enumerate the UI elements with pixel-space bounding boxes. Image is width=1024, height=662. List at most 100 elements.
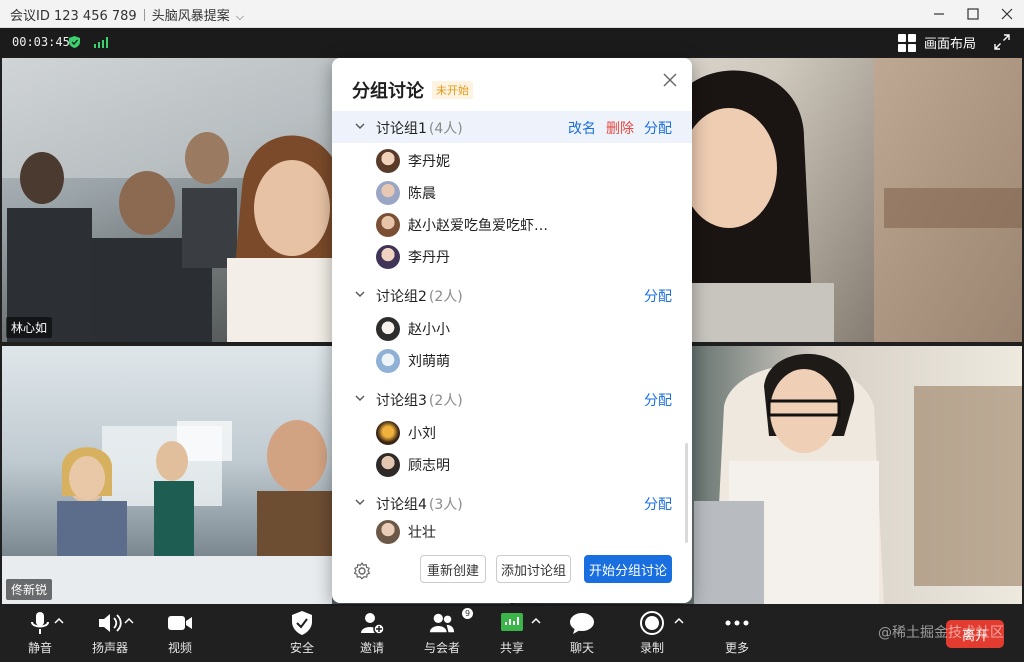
group-row-4[interactable]: 讨论组4 (3人) 分配 bbox=[332, 487, 692, 519]
meeting-toolbar: 静音 扬声器 视频 安全 邀请 9 与会者 共享 聊天 录制 更多 离开 @稀土… bbox=[0, 606, 1024, 662]
assign-button[interactable]: 分配 bbox=[644, 286, 672, 306]
assign-button[interactable]: 分配 bbox=[644, 118, 672, 138]
group-row-1[interactable]: 讨论组1 (4人) 改名 删除 分配 bbox=[332, 111, 692, 143]
camera-icon bbox=[167, 610, 193, 636]
meeting-id: 会议ID 123 456 789 bbox=[10, 9, 137, 24]
list-item[interactable]: 刘萌萌 bbox=[376, 345, 450, 377]
chevron-down-icon[interactable] bbox=[354, 120, 366, 132]
add-user-icon bbox=[359, 610, 385, 636]
maximize-icon bbox=[967, 8, 979, 20]
speaker-label: 扬声器 bbox=[91, 641, 128, 655]
video-button[interactable]: 视频 bbox=[150, 610, 210, 660]
meeting-info[interactable]: 会议ID 123 456 789 头脑风暴提案 ⌵ bbox=[10, 5, 244, 24]
member-name: 李丹妮 bbox=[408, 154, 450, 170]
group-count: (4人) bbox=[428, 121, 463, 137]
layout-button[interactable]: 画面布局 bbox=[897, 33, 976, 52]
record-label: 录制 bbox=[639, 641, 664, 655]
title-bar: 会议ID 123 456 789 头脑风暴提案 ⌵ bbox=[0, 0, 1024, 28]
chevron-up-icon[interactable] bbox=[53, 616, 65, 626]
participant-name-tag: 佟新锐 bbox=[6, 579, 53, 600]
chevron-down-icon[interactable]: ⌵ bbox=[236, 10, 244, 24]
more-label: 更多 bbox=[724, 641, 749, 655]
group-actions: 改名 删除 分配 bbox=[568, 118, 672, 138]
title-divider bbox=[143, 9, 145, 21]
list-item[interactable]: 赵小小 bbox=[376, 313, 450, 345]
close-window-button[interactable] bbox=[990, 0, 1024, 28]
close-icon[interactable] bbox=[662, 72, 678, 88]
avatar bbox=[376, 421, 400, 445]
avatar bbox=[376, 213, 400, 237]
avatar bbox=[376, 181, 400, 205]
close-icon bbox=[1001, 8, 1013, 20]
encryption-shield-icon[interactable] bbox=[69, 36, 80, 48]
maximize-button[interactable] bbox=[956, 0, 990, 28]
signal-strength-icon[interactable] bbox=[94, 37, 108, 48]
chevron-down-icon[interactable] bbox=[354, 392, 366, 404]
member-name: 李丹丹 bbox=[408, 250, 450, 266]
list-item[interactable]: 李丹丹 bbox=[376, 241, 450, 273]
video-label: 视频 bbox=[167, 641, 192, 655]
list-item[interactable]: 李丹妮 bbox=[376, 145, 450, 177]
chevron-down-icon[interactable] bbox=[354, 288, 366, 300]
assign-button[interactable]: 分配 bbox=[644, 390, 672, 410]
status-bar: 00:03:45 画面布局 bbox=[0, 28, 1024, 57]
group-actions: 分配 bbox=[644, 390, 672, 410]
microphone-icon bbox=[27, 610, 53, 636]
participants-button[interactable]: 9 与会者 bbox=[412, 608, 473, 660]
meeting-topic: 头脑风暴提案 bbox=[151, 9, 230, 24]
shield-icon bbox=[289, 610, 315, 636]
chat-button[interactable]: 聊天 bbox=[552, 610, 612, 660]
security-button[interactable]: 安全 bbox=[272, 610, 332, 660]
group-name: 讨论组4 (3人) bbox=[376, 497, 463, 513]
minimize-button[interactable] bbox=[922, 0, 956, 28]
minimize-icon bbox=[934, 13, 944, 15]
list-item[interactable]: 陈晨 bbox=[376, 177, 436, 209]
group-row-3[interactable]: 讨论组3 (2人) 分配 bbox=[332, 383, 692, 415]
breakout-room-panel: 分组讨论 未开始 讨论组1 (4人) 改名 删除 分配 李丹妮 陈晨 赵小赵爱吃鱼… bbox=[332, 58, 692, 603]
list-item[interactable]: 顾志明 bbox=[376, 449, 450, 481]
start-breakout-button[interactable]: 开始分组讨论 bbox=[584, 555, 672, 583]
member-name: 顾志明 bbox=[408, 458, 450, 474]
chevron-down-icon[interactable] bbox=[354, 496, 366, 508]
member-name: 刘萌萌 bbox=[408, 354, 450, 370]
avatar bbox=[376, 245, 400, 269]
invite-label: 邀请 bbox=[359, 641, 384, 655]
group-row-2[interactable]: 讨论组2 (2人) 分配 bbox=[332, 279, 692, 311]
group-actions: 分配 bbox=[644, 286, 672, 306]
mute-label: 静音 bbox=[27, 641, 52, 655]
list-item[interactable]: 赵小赵爱吃鱼爱吃虾… bbox=[376, 209, 548, 241]
panel-footer: 重新创建 添加讨论组 开始分组讨论 bbox=[332, 553, 692, 593]
recreate-button[interactable]: 重新创建 bbox=[420, 555, 486, 583]
watermark: @稀土掘金技术社区 bbox=[878, 625, 1004, 641]
avatar bbox=[376, 317, 400, 341]
avatar bbox=[376, 149, 400, 173]
more-button[interactable]: 更多 bbox=[707, 610, 767, 660]
chevron-up-icon[interactable] bbox=[530, 616, 542, 626]
panel-title: 分组讨论 bbox=[352, 81, 424, 102]
member-name: 赵小赵爱吃鱼爱吃虾… bbox=[408, 218, 548, 234]
member-name: 壮壮 bbox=[408, 525, 436, 541]
participant-name-tag: 林心如 bbox=[6, 317, 53, 338]
invite-button[interactable]: 邀请 bbox=[342, 610, 402, 660]
delete-button[interactable]: 删除 bbox=[606, 118, 634, 138]
assign-button[interactable]: 分配 bbox=[644, 494, 672, 514]
fullscreen-icon[interactable] bbox=[994, 34, 1010, 50]
member-name: 陈晨 bbox=[408, 186, 436, 202]
chevron-up-icon[interactable] bbox=[673, 616, 685, 626]
group-name: 讨论组3 (2人) bbox=[376, 393, 463, 409]
chat-icon bbox=[569, 610, 595, 636]
group-name: 讨论组1 (4人) bbox=[376, 121, 463, 137]
gear-icon[interactable] bbox=[352, 561, 372, 581]
chat-label: 聊天 bbox=[569, 641, 594, 655]
list-item[interactable]: 小刘 bbox=[376, 417, 436, 449]
participants-count-badge: 9 bbox=[462, 608, 473, 619]
panel-scrollbar[interactable] bbox=[685, 443, 688, 543]
list-item[interactable]: 壮壮 bbox=[376, 516, 436, 548]
rename-button[interactable]: 改名 bbox=[568, 118, 596, 138]
add-group-button[interactable]: 添加讨论组 bbox=[496, 555, 571, 583]
panel-header: 分组讨论 未开始 bbox=[352, 77, 473, 103]
meeting-timer: 00:03:45 bbox=[12, 35, 70, 49]
status-badge: 未开始 bbox=[432, 81, 473, 99]
chevron-up-icon[interactable] bbox=[123, 616, 135, 626]
share-label: 共享 bbox=[499, 641, 524, 655]
